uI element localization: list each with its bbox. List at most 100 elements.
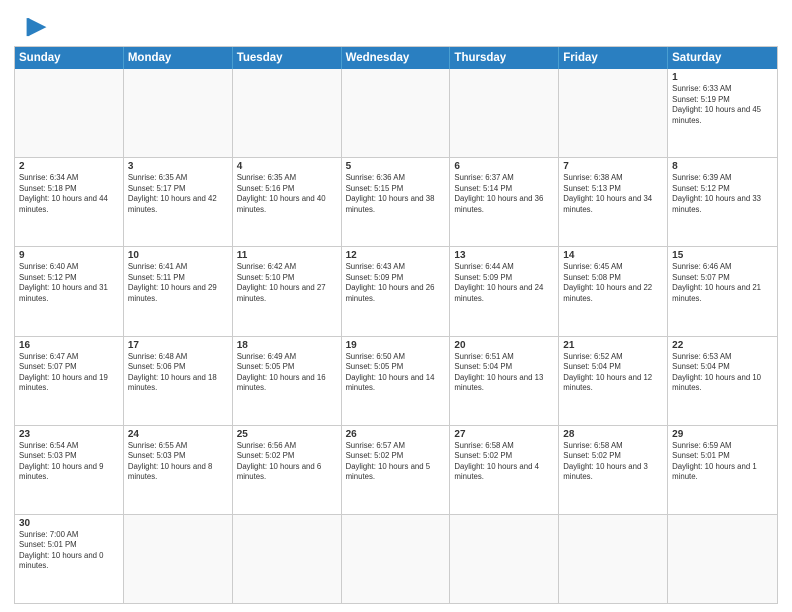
day-info: Sunrise: 6:47 AMSunset: 5:07 PMDaylight:… bbox=[19, 352, 119, 394]
day-number: 23 bbox=[19, 429, 119, 440]
day-cell-22: 22Sunrise: 6:53 AMSunset: 5:04 PMDayligh… bbox=[668, 337, 777, 425]
empty-cell-r0c0 bbox=[15, 69, 124, 157]
day-info: Sunrise: 6:44 AMSunset: 5:09 PMDaylight:… bbox=[454, 262, 554, 304]
empty-cell-r5c3 bbox=[342, 515, 451, 603]
day-number: 8 bbox=[672, 161, 773, 172]
day-info: Sunrise: 6:51 AMSunset: 5:04 PMDaylight:… bbox=[454, 352, 554, 394]
day-cell-20: 20Sunrise: 6:51 AMSunset: 5:04 PMDayligh… bbox=[450, 337, 559, 425]
header-day-monday: Monday bbox=[124, 47, 233, 69]
day-info: Sunrise: 6:49 AMSunset: 5:05 PMDaylight:… bbox=[237, 352, 337, 394]
day-number: 21 bbox=[563, 340, 663, 351]
empty-cell-r0c1 bbox=[124, 69, 233, 157]
empty-cell-r0c3 bbox=[342, 69, 451, 157]
day-number: 2 bbox=[19, 161, 119, 172]
day-info: Sunrise: 6:55 AMSunset: 5:03 PMDaylight:… bbox=[128, 441, 228, 483]
day-number: 30 bbox=[19, 518, 119, 529]
day-cell-28: 28Sunrise: 6:58 AMSunset: 5:02 PMDayligh… bbox=[559, 426, 668, 514]
day-number: 11 bbox=[237, 250, 337, 261]
empty-cell-r0c4 bbox=[450, 69, 559, 157]
header-day-wednesday: Wednesday bbox=[342, 47, 451, 69]
header-day-tuesday: Tuesday bbox=[233, 47, 342, 69]
empty-cell-r5c5 bbox=[559, 515, 668, 603]
day-info: Sunrise: 6:37 AMSunset: 5:14 PMDaylight:… bbox=[454, 173, 554, 215]
logo bbox=[14, 14, 54, 42]
day-info: Sunrise: 7:00 AMSunset: 5:01 PMDaylight:… bbox=[19, 530, 119, 572]
day-cell-6: 6Sunrise: 6:37 AMSunset: 5:14 PMDaylight… bbox=[450, 158, 559, 246]
day-cell-14: 14Sunrise: 6:45 AMSunset: 5:08 PMDayligh… bbox=[559, 247, 668, 335]
day-cell-13: 13Sunrise: 6:44 AMSunset: 5:09 PMDayligh… bbox=[450, 247, 559, 335]
day-number: 14 bbox=[563, 250, 663, 261]
day-cell-25: 25Sunrise: 6:56 AMSunset: 5:02 PMDayligh… bbox=[233, 426, 342, 514]
day-info: Sunrise: 6:46 AMSunset: 5:07 PMDaylight:… bbox=[672, 262, 773, 304]
day-cell-8: 8Sunrise: 6:39 AMSunset: 5:12 PMDaylight… bbox=[668, 158, 777, 246]
day-info: Sunrise: 6:38 AMSunset: 5:13 PMDaylight:… bbox=[563, 173, 663, 215]
calendar-header: SundayMondayTuesdayWednesdayThursdayFrid… bbox=[15, 47, 777, 69]
day-info: Sunrise: 6:48 AMSunset: 5:06 PMDaylight:… bbox=[128, 352, 228, 394]
day-cell-27: 27Sunrise: 6:58 AMSunset: 5:02 PMDayligh… bbox=[450, 426, 559, 514]
header-day-friday: Friday bbox=[559, 47, 668, 69]
day-info: Sunrise: 6:39 AMSunset: 5:12 PMDaylight:… bbox=[672, 173, 773, 215]
day-info: Sunrise: 6:43 AMSunset: 5:09 PMDaylight:… bbox=[346, 262, 446, 304]
day-cell-9: 9Sunrise: 6:40 AMSunset: 5:12 PMDaylight… bbox=[15, 247, 124, 335]
header-day-saturday: Saturday bbox=[668, 47, 777, 69]
day-cell-16: 16Sunrise: 6:47 AMSunset: 5:07 PMDayligh… bbox=[15, 337, 124, 425]
header bbox=[14, 10, 778, 42]
day-cell-3: 3Sunrise: 6:35 AMSunset: 5:17 PMDaylight… bbox=[124, 158, 233, 246]
day-number: 24 bbox=[128, 429, 228, 440]
day-number: 26 bbox=[346, 429, 446, 440]
day-cell-26: 26Sunrise: 6:57 AMSunset: 5:02 PMDayligh… bbox=[342, 426, 451, 514]
day-info: Sunrise: 6:45 AMSunset: 5:08 PMDaylight:… bbox=[563, 262, 663, 304]
header-day-sunday: Sunday bbox=[15, 47, 124, 69]
empty-cell-r5c1 bbox=[124, 515, 233, 603]
day-cell-18: 18Sunrise: 6:49 AMSunset: 5:05 PMDayligh… bbox=[233, 337, 342, 425]
day-cell-10: 10Sunrise: 6:41 AMSunset: 5:11 PMDayligh… bbox=[124, 247, 233, 335]
day-info: Sunrise: 6:57 AMSunset: 5:02 PMDaylight:… bbox=[346, 441, 446, 483]
day-number: 3 bbox=[128, 161, 228, 172]
day-cell-17: 17Sunrise: 6:48 AMSunset: 5:06 PMDayligh… bbox=[124, 337, 233, 425]
calendar: SundayMondayTuesdayWednesdayThursdayFrid… bbox=[14, 46, 778, 604]
day-number: 29 bbox=[672, 429, 773, 440]
day-cell-12: 12Sunrise: 6:43 AMSunset: 5:09 PMDayligh… bbox=[342, 247, 451, 335]
day-info: Sunrise: 6:59 AMSunset: 5:01 PMDaylight:… bbox=[672, 441, 773, 483]
day-info: Sunrise: 6:35 AMSunset: 5:17 PMDaylight:… bbox=[128, 173, 228, 215]
calendar-row-2: 2Sunrise: 6:34 AMSunset: 5:18 PMDaylight… bbox=[15, 157, 777, 246]
day-cell-15: 15Sunrise: 6:46 AMSunset: 5:07 PMDayligh… bbox=[668, 247, 777, 335]
day-number: 10 bbox=[128, 250, 228, 261]
day-info: Sunrise: 6:40 AMSunset: 5:12 PMDaylight:… bbox=[19, 262, 119, 304]
day-info: Sunrise: 6:34 AMSunset: 5:18 PMDaylight:… bbox=[19, 173, 119, 215]
day-cell-1: 1Sunrise: 6:33 AMSunset: 5:19 PMDaylight… bbox=[668, 69, 777, 157]
day-number: 28 bbox=[563, 429, 663, 440]
empty-cell-r0c5 bbox=[559, 69, 668, 157]
day-number: 15 bbox=[672, 250, 773, 261]
empty-cell-r5c6 bbox=[668, 515, 777, 603]
day-info: Sunrise: 6:58 AMSunset: 5:02 PMDaylight:… bbox=[454, 441, 554, 483]
calendar-row-5: 23Sunrise: 6:54 AMSunset: 5:03 PMDayligh… bbox=[15, 425, 777, 514]
day-info: Sunrise: 6:35 AMSunset: 5:16 PMDaylight:… bbox=[237, 173, 337, 215]
day-number: 22 bbox=[672, 340, 773, 351]
day-number: 6 bbox=[454, 161, 554, 172]
day-info: Sunrise: 6:56 AMSunset: 5:02 PMDaylight:… bbox=[237, 441, 337, 483]
day-number: 9 bbox=[19, 250, 119, 261]
day-cell-11: 11Sunrise: 6:42 AMSunset: 5:10 PMDayligh… bbox=[233, 247, 342, 335]
day-number: 4 bbox=[237, 161, 337, 172]
day-cell-23: 23Sunrise: 6:54 AMSunset: 5:03 PMDayligh… bbox=[15, 426, 124, 514]
header-day-thursday: Thursday bbox=[450, 47, 559, 69]
day-number: 20 bbox=[454, 340, 554, 351]
day-cell-19: 19Sunrise: 6:50 AMSunset: 5:05 PMDayligh… bbox=[342, 337, 451, 425]
day-number: 5 bbox=[346, 161, 446, 172]
day-info: Sunrise: 6:53 AMSunset: 5:04 PMDaylight:… bbox=[672, 352, 773, 394]
day-cell-30: 30Sunrise: 7:00 AMSunset: 5:01 PMDayligh… bbox=[15, 515, 124, 603]
logo-icon bbox=[14, 14, 50, 42]
day-cell-7: 7Sunrise: 6:38 AMSunset: 5:13 PMDaylight… bbox=[559, 158, 668, 246]
day-info: Sunrise: 6:58 AMSunset: 5:02 PMDaylight:… bbox=[563, 441, 663, 483]
day-cell-24: 24Sunrise: 6:55 AMSunset: 5:03 PMDayligh… bbox=[124, 426, 233, 514]
calendar-row-6: 30Sunrise: 7:00 AMSunset: 5:01 PMDayligh… bbox=[15, 514, 777, 603]
page: SundayMondayTuesdayWednesdayThursdayFrid… bbox=[0, 0, 792, 612]
calendar-body: 1Sunrise: 6:33 AMSunset: 5:19 PMDaylight… bbox=[15, 69, 777, 603]
day-number: 12 bbox=[346, 250, 446, 261]
empty-cell-r0c2 bbox=[233, 69, 342, 157]
day-cell-4: 4Sunrise: 6:35 AMSunset: 5:16 PMDaylight… bbox=[233, 158, 342, 246]
day-number: 13 bbox=[454, 250, 554, 261]
day-cell-21: 21Sunrise: 6:52 AMSunset: 5:04 PMDayligh… bbox=[559, 337, 668, 425]
empty-cell-r5c4 bbox=[450, 515, 559, 603]
